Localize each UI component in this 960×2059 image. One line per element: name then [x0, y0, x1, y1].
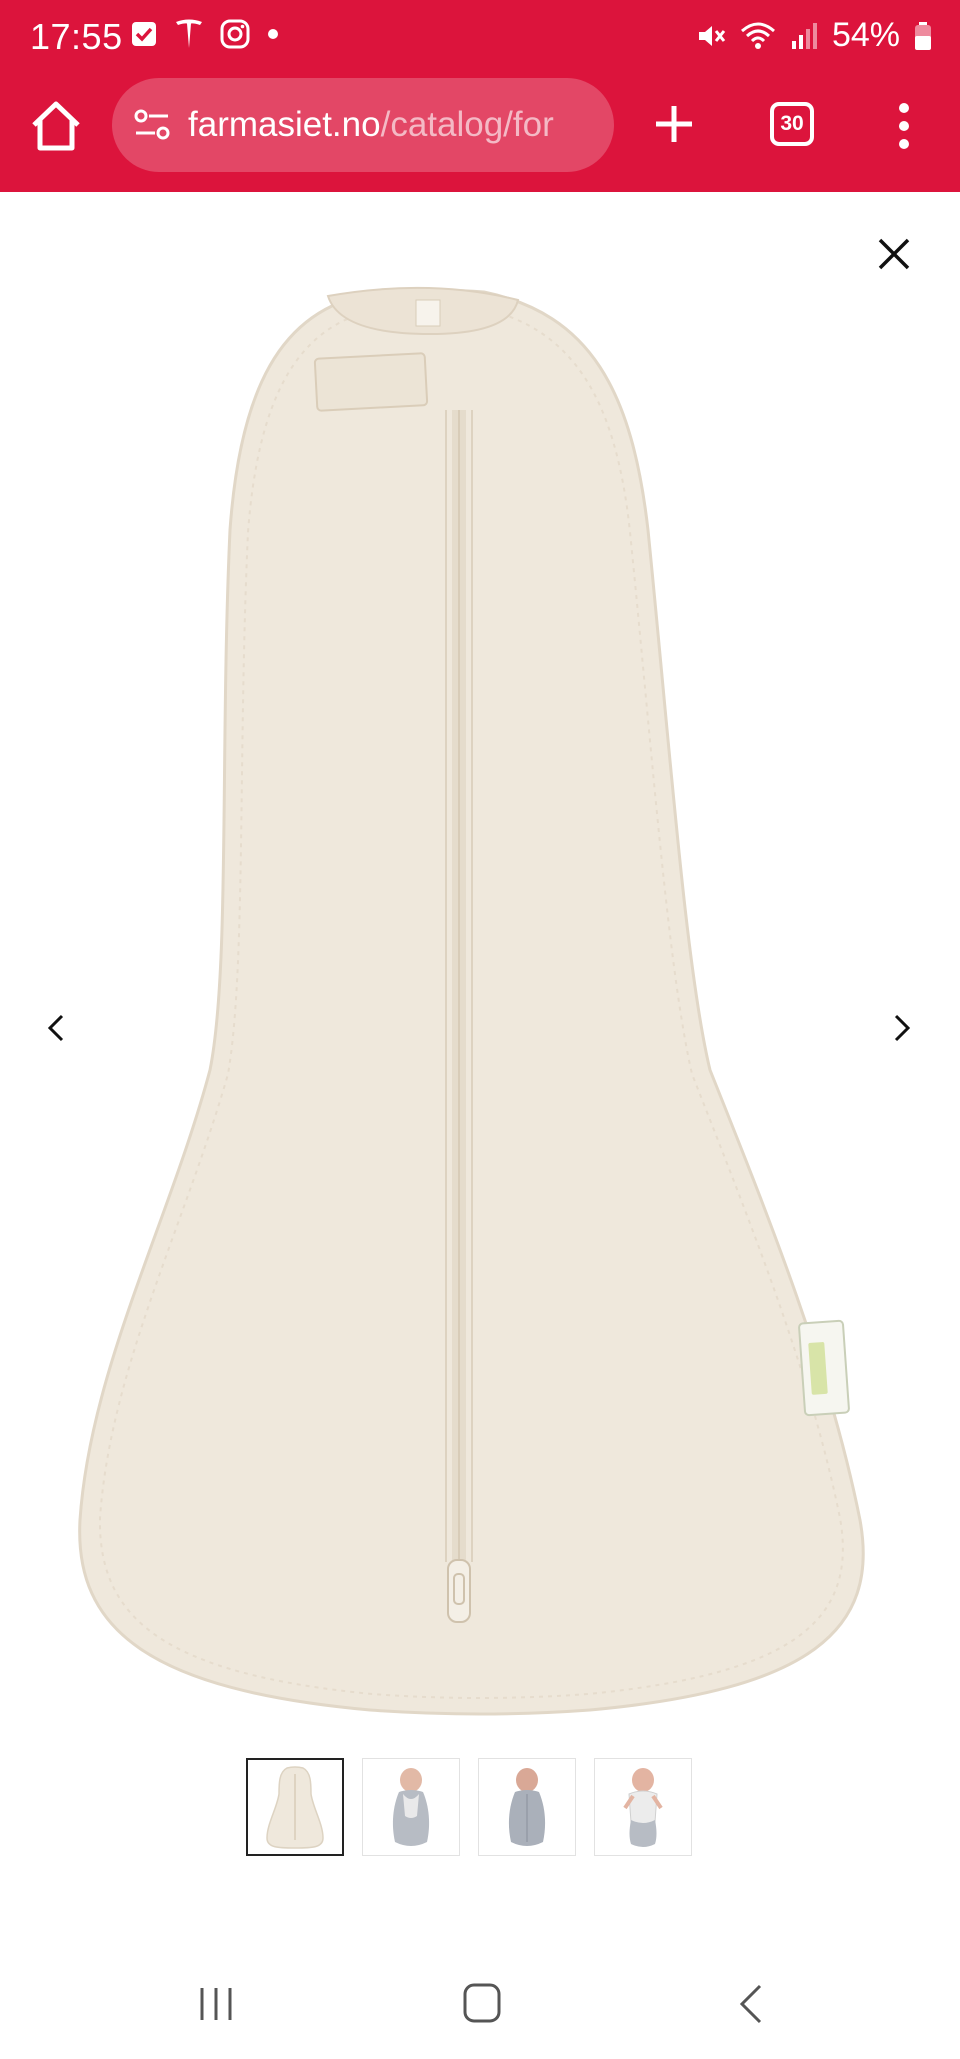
- product-image: [78, 286, 865, 1716]
- status-notification-icons: [130, 18, 280, 55]
- next-image-arrow-icon[interactable]: [884, 1008, 920, 1048]
- thumbnail-4[interactable]: [594, 1758, 692, 1856]
- checkbox-icon: [130, 20, 158, 53]
- new-tab-button[interactable]: [648, 98, 700, 150]
- battery-icon: [914, 21, 932, 51]
- back-icon[interactable]: [736, 1982, 766, 2026]
- home-icon[interactable]: [28, 98, 84, 154]
- wifi-icon: [740, 21, 776, 51]
- dot-icon: [266, 27, 280, 46]
- status-time: 17:55: [30, 16, 123, 57]
- tab-switcher-button[interactable]: 30: [770, 102, 814, 146]
- site-settings-icon[interactable]: [132, 105, 172, 145]
- address-bar[interactable]: farmasiet.no/catalog/for: [112, 78, 614, 172]
- thumbnail-3[interactable]: [478, 1758, 576, 1856]
- instagram-icon: [220, 19, 250, 54]
- signal-icon: [790, 21, 818, 51]
- recents-icon[interactable]: [196, 1984, 236, 2024]
- more-menu-icon[interactable]: [886, 100, 922, 152]
- system-nav-bar: [0, 1950, 960, 2059]
- baby-in-grey-swaddle-thumbnail: [392, 1768, 430, 1846]
- previous-image-arrow-icon[interactable]: [38, 1008, 74, 1048]
- url-path: /catalog/for: [380, 105, 554, 144]
- thumbnail-strip: [246, 1758, 692, 1856]
- thumbnail-2[interactable]: [362, 1758, 460, 1856]
- tesla-icon: [174, 18, 204, 55]
- home-icon[interactable]: [462, 1982, 502, 2024]
- status-system-icons: 54%: [696, 16, 932, 55]
- battery-percent: 54%: [831, 16, 900, 54]
- browser-toolbar: farmasiet.no/catalog/for 30: [0, 72, 960, 192]
- mute-icon: [696, 21, 726, 51]
- status-bar: 17:55 54%: [0, 0, 960, 72]
- baby-in-white-swaddle-thumbnail: [623, 1768, 663, 1847]
- url-text[interactable]: farmasiet.no/catalog/for: [188, 105, 554, 145]
- url-domain: farmasiet.no: [188, 105, 381, 144]
- browser-chrome: 17:55 54% farmasiet.no/catalog/for 30: [0, 0, 960, 192]
- swaddle-cream-thumbnail: [266, 1766, 324, 1849]
- thumbnail-1[interactable]: [246, 1758, 344, 1856]
- baby-in-grey-swaddle-thumbnail: [508, 1768, 546, 1846]
